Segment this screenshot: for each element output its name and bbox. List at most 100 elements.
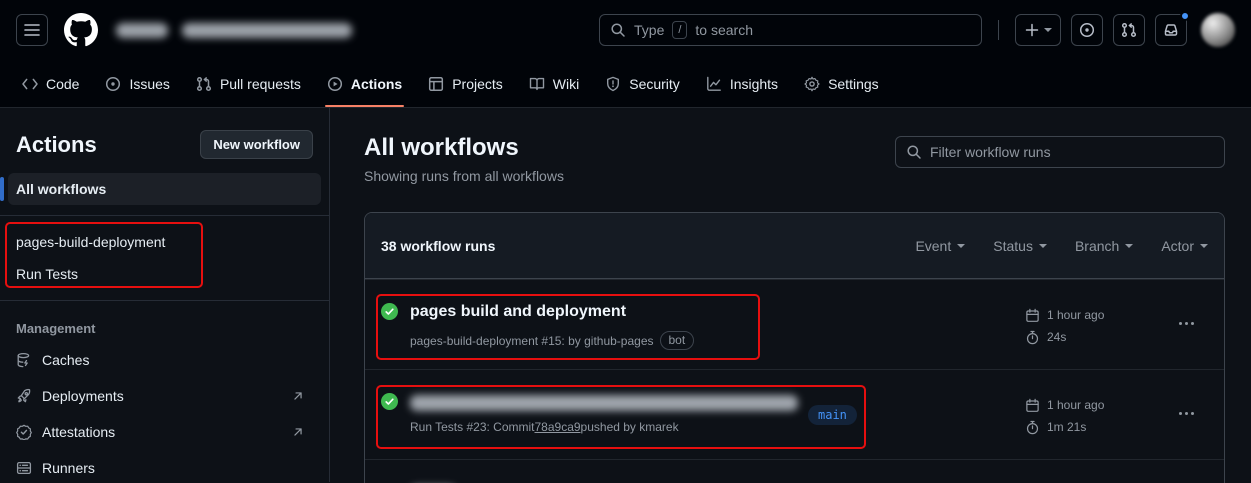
breadcrumb bbox=[116, 23, 352, 38]
sidebar-item-label: Caches bbox=[42, 352, 89, 368]
calendar-icon bbox=[1025, 398, 1040, 413]
kebab-menu-button[interactable] bbox=[1179, 322, 1194, 325]
sidebar-title: Actions bbox=[16, 132, 97, 158]
breadcrumb-repo-redacted[interactable] bbox=[182, 23, 352, 38]
issues-global-button[interactable] bbox=[1071, 14, 1103, 46]
tab-pull-requests[interactable]: Pull requests bbox=[186, 60, 311, 107]
git-pull-request-icon bbox=[1121, 22, 1137, 38]
filter-label: Actor bbox=[1161, 238, 1194, 254]
sidebar-item-runners[interactable]: Runners bbox=[0, 450, 329, 483]
success-check-icon bbox=[381, 393, 398, 410]
branch-badge[interactable]: main bbox=[808, 405, 857, 425]
stopwatch-icon bbox=[1025, 330, 1040, 345]
hamburger-icon bbox=[24, 22, 40, 38]
tab-wiki[interactable]: Wiki bbox=[519, 60, 589, 107]
sidebar-item-label: Attestations bbox=[42, 424, 115, 440]
hamburger-menu-button[interactable] bbox=[16, 14, 48, 46]
chevron-down-icon bbox=[1125, 244, 1133, 252]
sidebar-item-deployments[interactable]: Deployments bbox=[0, 378, 329, 414]
runs-panel-header: 38 workflow runs Event Status Branch bbox=[365, 213, 1224, 279]
kebab-menu-button[interactable] bbox=[1179, 412, 1194, 415]
stopwatch-icon bbox=[1025, 420, 1040, 435]
tab-projects[interactable]: Projects bbox=[418, 60, 513, 107]
chevron-down-icon bbox=[957, 244, 965, 252]
chevron-down-icon bbox=[1039, 244, 1047, 252]
workflow-list: pages-build-deployment Run Tests bbox=[8, 226, 321, 290]
tab-label: Issues bbox=[129, 76, 169, 92]
filter-label: Status bbox=[993, 238, 1033, 254]
avatar[interactable] bbox=[1201, 13, 1235, 47]
tab-issues[interactable]: Issues bbox=[95, 60, 179, 107]
sidebar-item-label: Deployments bbox=[42, 388, 124, 404]
workflow-run-row-partial: build and deploy bbox=[365, 459, 1224, 483]
calendar-icon bbox=[1025, 308, 1040, 323]
commit-link[interactable]: 78a9ca9 bbox=[535, 418, 581, 436]
global-search-input[interactable]: Type / to search bbox=[599, 14, 982, 46]
search-placeholder-suffix: to search bbox=[695, 22, 753, 38]
sidebar-item-run-tests[interactable]: Run Tests bbox=[8, 258, 321, 290]
external-link-icon bbox=[291, 389, 313, 403]
page-subtitle: Showing runs from all workflows bbox=[364, 168, 564, 184]
sidebar-item-attestations[interactable]: Attestations bbox=[0, 414, 329, 450]
tab-label: Wiki bbox=[553, 76, 579, 92]
external-link-icon bbox=[291, 425, 313, 439]
success-check-icon bbox=[381, 303, 398, 320]
pull-requests-global-button[interactable] bbox=[1113, 14, 1145, 46]
status-filter-dropdown[interactable]: Status bbox=[993, 238, 1047, 254]
selected-accent-bar bbox=[0, 177, 4, 201]
page-title: All workflows bbox=[364, 134, 564, 162]
event-filter-dropdown[interactable]: Event bbox=[915, 238, 965, 254]
sidebar-item-pages-build-deployment[interactable]: pages-build-deployment bbox=[8, 226, 321, 258]
run-duration: 24s bbox=[1047, 328, 1066, 347]
inbox-icon bbox=[1163, 22, 1179, 38]
gear-icon bbox=[804, 76, 820, 92]
cache-icon bbox=[16, 352, 32, 368]
issue-opened-icon bbox=[1079, 22, 1095, 38]
sidebar-item-all-workflows[interactable]: All workflows bbox=[8, 173, 321, 205]
runners-icon bbox=[16, 460, 32, 476]
main-content: All workflows Showing runs from all work… bbox=[330, 108, 1251, 482]
sidebar-item-caches[interactable]: Caches bbox=[0, 342, 329, 378]
bot-badge: bot bbox=[660, 331, 695, 350]
code-icon bbox=[22, 76, 38, 92]
chevron-down-icon bbox=[1200, 244, 1208, 252]
tab-insights[interactable]: Insights bbox=[696, 60, 788, 107]
actor-filter-dropdown[interactable]: Actor bbox=[1161, 238, 1208, 254]
git-pull-request-icon bbox=[196, 76, 212, 92]
tab-label: Security bbox=[629, 76, 680, 92]
play-icon bbox=[327, 76, 343, 92]
tab-settings[interactable]: Settings bbox=[794, 60, 889, 107]
workflow-runs-panel: 38 workflow runs Event Status Branch bbox=[364, 212, 1225, 483]
github-logo[interactable] bbox=[64, 13, 98, 47]
app-header: Type / to search bbox=[0, 0, 1251, 60]
tab-code[interactable]: Code bbox=[12, 60, 89, 107]
branch-filter-dropdown[interactable]: Branch bbox=[1075, 238, 1133, 254]
sidebar-item-label: Runners bbox=[42, 460, 95, 476]
notification-dot bbox=[1180, 11, 1190, 21]
workflow-run-row: pages build and deployment pages-build-d… bbox=[365, 279, 1224, 369]
tab-security[interactable]: Security bbox=[595, 60, 690, 107]
rocket-icon bbox=[16, 388, 32, 404]
book-icon bbox=[529, 76, 545, 92]
sidebar-divider bbox=[0, 300, 329, 301]
inbox-button[interactable] bbox=[1155, 14, 1187, 46]
breadcrumb-owner-redacted[interactable] bbox=[116, 23, 168, 38]
plus-icon bbox=[1024, 22, 1040, 38]
search-icon bbox=[906, 144, 922, 160]
tab-actions[interactable]: Actions bbox=[317, 60, 412, 107]
tab-label: Settings bbox=[828, 76, 879, 92]
search-icon bbox=[610, 22, 626, 38]
new-workflow-button[interactable]: New workflow bbox=[200, 130, 313, 159]
create-new-button[interactable] bbox=[1015, 14, 1061, 46]
slash-key-hint: / bbox=[672, 21, 687, 39]
filter-label: Event bbox=[915, 238, 951, 254]
run-title-redacted[interactable] bbox=[410, 395, 798, 411]
filter-label: Branch bbox=[1075, 238, 1119, 254]
sidebar-divider bbox=[0, 215, 329, 216]
tab-label: Actions bbox=[351, 76, 402, 92]
tab-label: Projects bbox=[452, 76, 503, 92]
run-title-link[interactable]: pages build and deployment bbox=[410, 300, 694, 324]
tab-label: Code bbox=[46, 76, 79, 92]
filter-workflow-runs-input[interactable] bbox=[930, 144, 1214, 160]
run-meta-text: pushed by kmarek bbox=[581, 418, 679, 436]
